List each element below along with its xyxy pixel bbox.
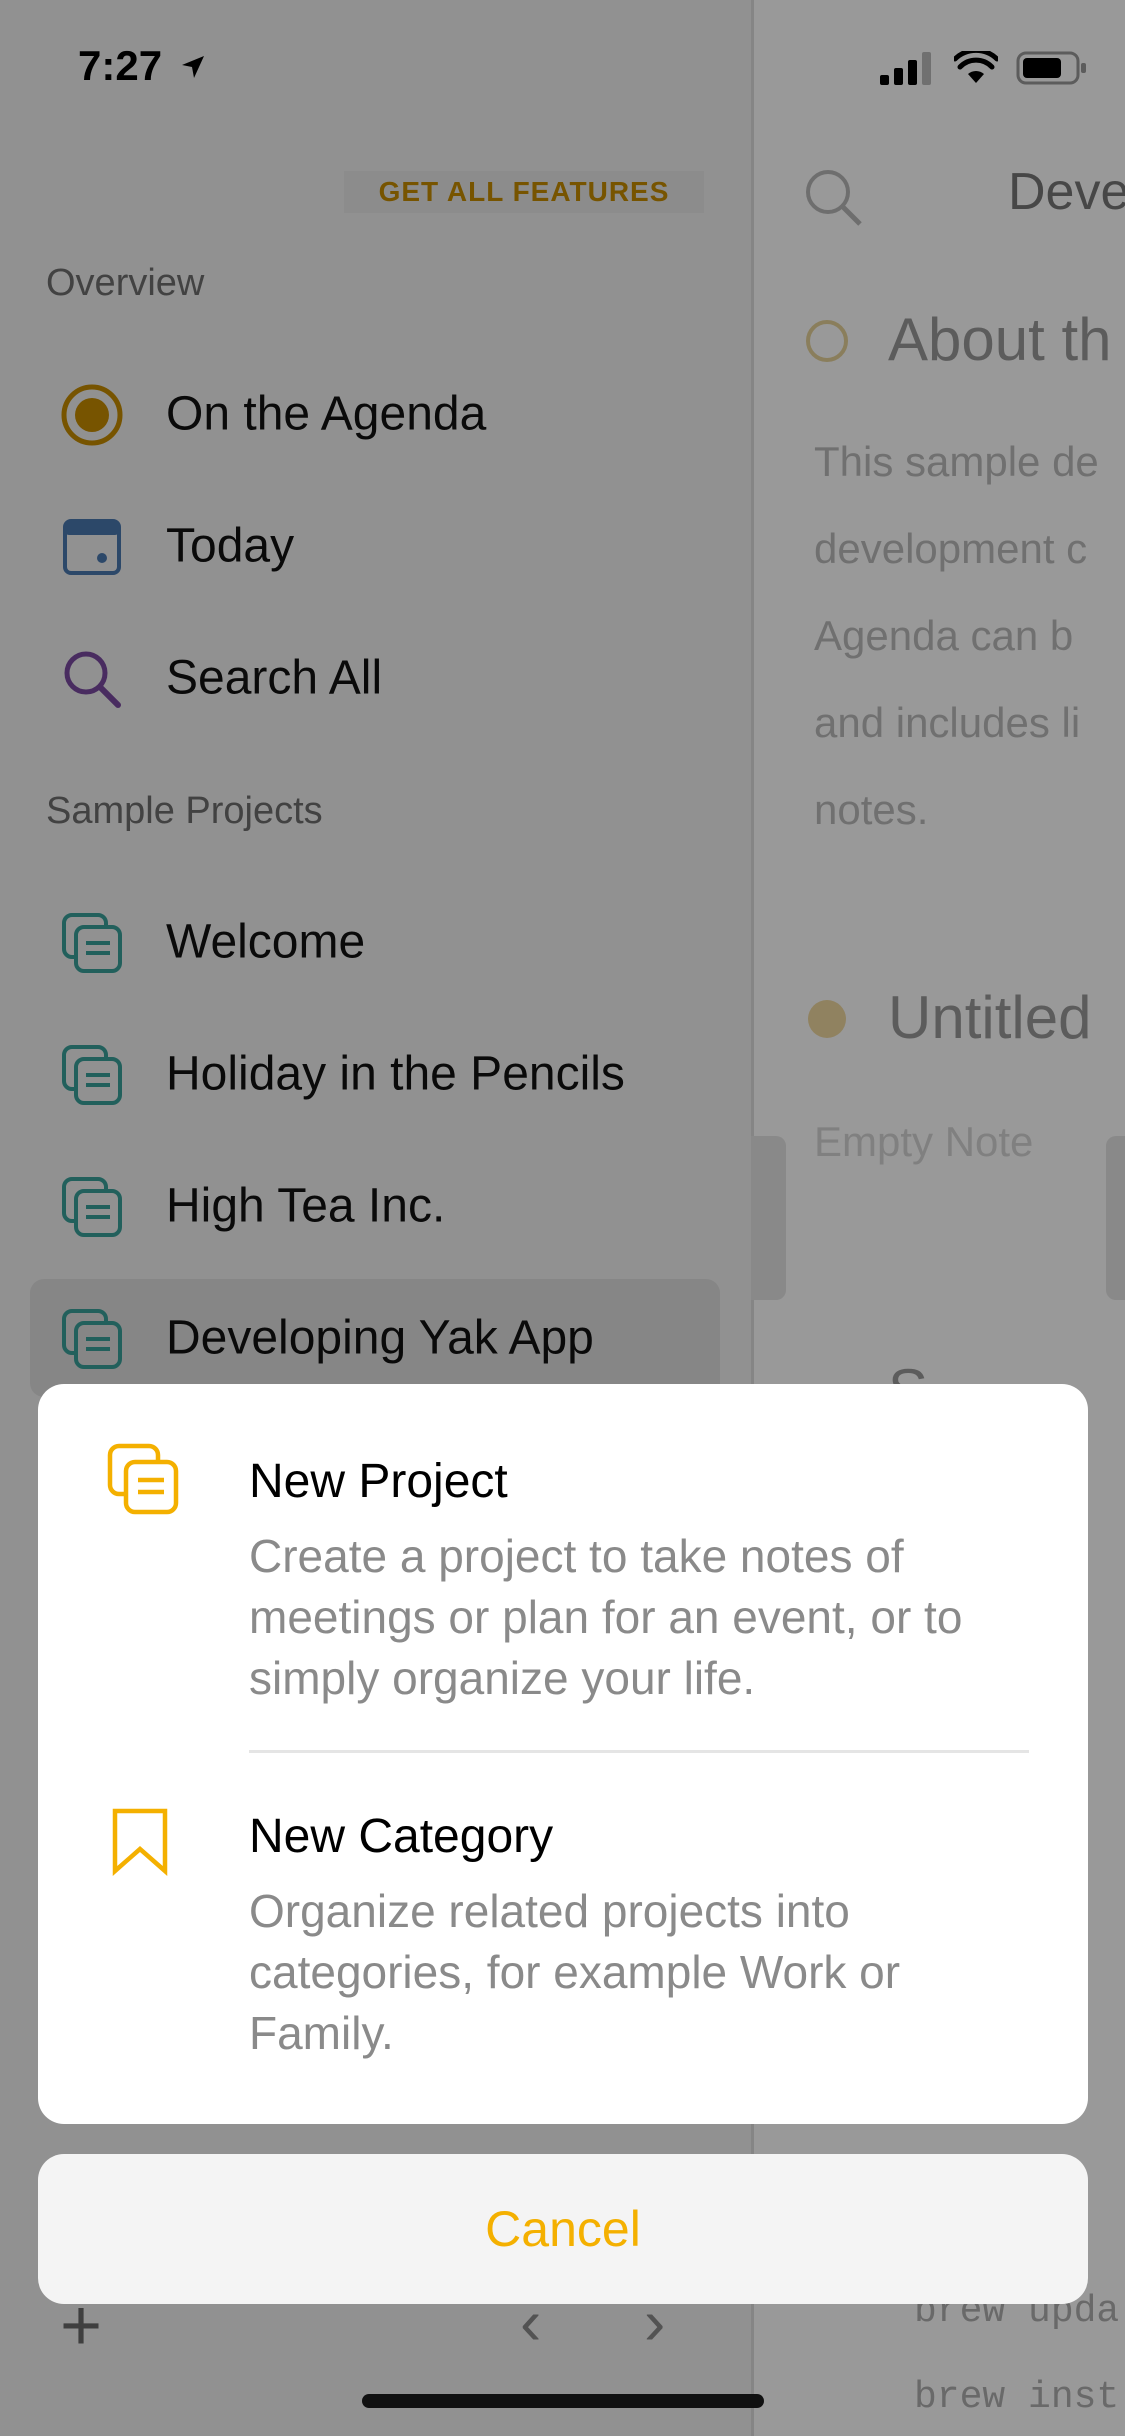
- cancel-button[interactable]: Cancel: [38, 2154, 1088, 2304]
- app-screen: 7:27 GET ALL FEATURES Overview On the Ag…: [0, 0, 1125, 2436]
- new-category-description: Organize related projects into categorie…: [249, 1885, 901, 2059]
- new-project-description: Create a project to take notes of meetin…: [249, 1530, 963, 1704]
- project-icon: [107, 1443, 179, 1515]
- new-project-option[interactable]: New Project Create a project to take not…: [38, 1384, 1088, 1750]
- new-category-title: New Category: [249, 1810, 554, 1863]
- new-category-option[interactable]: New Category Organize related projects i…: [38, 1753, 1088, 2124]
- bookmark-icon: [112, 1808, 168, 1876]
- home-indicator[interactable]: [362, 2394, 764, 2408]
- new-project-title: New Project: [249, 1455, 508, 1508]
- action-sheet: New Project Create a project to take not…: [38, 1384, 1088, 2124]
